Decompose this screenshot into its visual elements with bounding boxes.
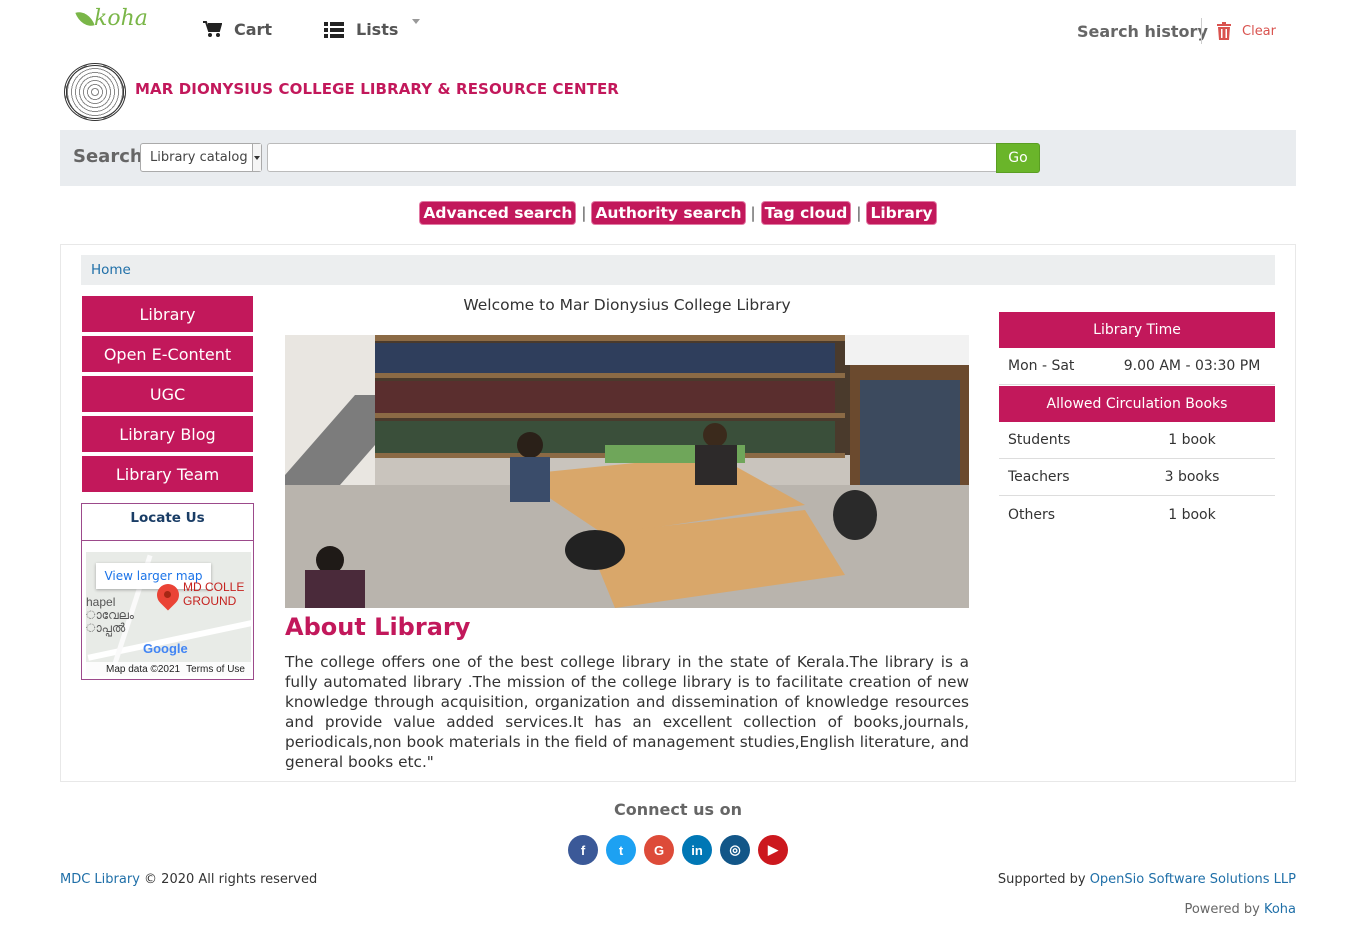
go-button[interactable]: Go bbox=[996, 143, 1040, 173]
connect-heading: Connect us on bbox=[614, 800, 742, 819]
welcome-heading: Welcome to Mar Dionysius College Library bbox=[463, 296, 791, 314]
koha-logo-text: koha bbox=[94, 6, 148, 31]
separator: | bbox=[856, 204, 862, 222]
site-title[interactable]: MAR DIONYSIUS COLLEGE LIBRARY & RESOURCE… bbox=[135, 80, 619, 98]
lists-button[interactable]: Lists bbox=[324, 19, 421, 39]
circulation-who: Teachers bbox=[1008, 469, 1070, 485]
college-seal-logo[interactable] bbox=[64, 63, 126, 121]
footer-copyright: MDC Library © 2020 All rights reserved bbox=[60, 872, 317, 887]
library-link[interactable]: Library bbox=[867, 202, 936, 224]
copyright-text: © 2020 All rights reserved bbox=[144, 872, 318, 887]
chevron-down-icon bbox=[412, 19, 421, 24]
supported-by-text: Supported by bbox=[997, 872, 1086, 887]
locate-us-title: Locate Us bbox=[130, 510, 205, 526]
map-left-line3: ാപ്പൽ bbox=[86, 621, 126, 635]
search-scope-select[interactable]: Library catalog bbox=[140, 143, 262, 172]
circulation-limit: 3 books bbox=[1164, 469, 1220, 485]
table-row: Students 1 book bbox=[999, 422, 1275, 459]
social-links: f t G in ◎ ▶ bbox=[0, 835, 1356, 865]
sidebar-item-library-team[interactable]: Library Team bbox=[82, 456, 253, 492]
google-wordmark: Google bbox=[143, 641, 188, 656]
separator: | bbox=[750, 204, 756, 222]
sidebar-item-ugc[interactable]: UGC bbox=[82, 376, 253, 412]
authority-search-link[interactable]: Authority search bbox=[592, 202, 745, 224]
linkedin-icon[interactable]: in bbox=[682, 835, 712, 865]
sidebar-item-library[interactable]: Library bbox=[82, 296, 253, 332]
search-input[interactable] bbox=[267, 143, 998, 172]
opensio-link[interactable]: OpenSio Software Solutions LLP bbox=[1090, 872, 1296, 887]
clear-label: Clear bbox=[1242, 23, 1276, 39]
facebook-icon[interactable]: f bbox=[568, 835, 598, 865]
powered-by-text: Powered by bbox=[1184, 902, 1260, 917]
clear-history-button[interactable]: Clear bbox=[1216, 22, 1276, 40]
instagram-icon[interactable]: ◎ bbox=[720, 835, 750, 865]
library-days: Mon - Sat bbox=[1008, 358, 1075, 374]
cart-label: Cart bbox=[234, 20, 273, 39]
library-photo bbox=[285, 335, 969, 608]
twitter-icon[interactable]: t bbox=[606, 835, 636, 865]
library-hours: 9.00 AM - 03:30 PM bbox=[1123, 358, 1261, 374]
mdc-library-link[interactable]: MDC Library bbox=[60, 872, 140, 887]
tag-cloud-link[interactable]: Tag cloud bbox=[761, 202, 851, 224]
search-history-link[interactable]: Search history bbox=[1077, 22, 1208, 41]
map-pin-dot bbox=[164, 591, 171, 598]
koha-logo[interactable]: koha bbox=[75, 6, 148, 31]
map-place-line1: MD COLLE bbox=[183, 580, 245, 594]
about-library-title: About Library bbox=[285, 613, 471, 641]
separator: | bbox=[581, 204, 587, 222]
circulation-limit: 1 book bbox=[1168, 506, 1216, 523]
trash-icon bbox=[1217, 22, 1231, 40]
search-label: Search bbox=[73, 146, 143, 167]
map-footer: Map data ©2021 Terms of Use bbox=[86, 662, 251, 676]
google-logo: Google bbox=[143, 641, 188, 656]
footer-powered-by: Powered by Koha bbox=[1184, 902, 1296, 917]
cart-icon bbox=[203, 21, 222, 37]
search-scope-value: Library catalog bbox=[150, 150, 248, 165]
map-place-label: MD COLLE GROUND bbox=[183, 580, 244, 608]
lists-label: Lists bbox=[356, 20, 399, 39]
map-left-label: hapel ാവേലം ാപ്പൽ bbox=[86, 596, 134, 635]
youtube-icon[interactable]: ▶ bbox=[758, 835, 788, 865]
breadcrumb: Home bbox=[81, 255, 1275, 285]
koha-leaf-icon bbox=[75, 7, 95, 30]
table-row: Teachers 3 books bbox=[999, 459, 1275, 496]
sidebar-item-library-blog[interactable]: Library Blog bbox=[82, 416, 253, 452]
map-place-line2: GROUND bbox=[183, 594, 237, 608]
list-icon bbox=[324, 21, 344, 38]
about-library-text: The college offers one of the best colle… bbox=[285, 653, 969, 771]
map-data-text: Map data ©2021 bbox=[106, 663, 181, 675]
sidebar-item-open-e-content[interactable]: Open E-Content bbox=[82, 336, 253, 372]
divider bbox=[1201, 18, 1202, 44]
circulation-who: Others bbox=[1008, 506, 1056, 523]
google-icon[interactable]: G bbox=[644, 835, 674, 865]
advanced-search-link[interactable]: Advanced search bbox=[420, 202, 576, 224]
footer-supported-by: Supported by OpenSio Software Solutions … bbox=[998, 872, 1296, 887]
select-arrow-icon bbox=[252, 144, 261, 171]
circulation-who: Students bbox=[1008, 432, 1071, 448]
table-row: Mon - Sat 9.00 AM - 03:30 PM bbox=[999, 348, 1275, 385]
koha-link[interactable]: Koha bbox=[1264, 902, 1296, 917]
circulation-heading: Allowed Circulation Books bbox=[999, 386, 1275, 422]
divider bbox=[82, 540, 253, 541]
more-searches: Advanced search | Authority search | Tag… bbox=[0, 202, 1356, 224]
library-photo-illustration bbox=[285, 335, 969, 608]
map-terms-link[interactable]: Terms of Use bbox=[186, 664, 245, 675]
breadcrumb-home[interactable]: Home bbox=[91, 262, 131, 278]
library-time-heading: Library Time bbox=[999, 312, 1275, 348]
circulation-limit: 1 book bbox=[1168, 432, 1216, 448]
cart-button[interactable]: Cart bbox=[203, 20, 272, 39]
table-row: Others 1 book bbox=[999, 496, 1275, 533]
